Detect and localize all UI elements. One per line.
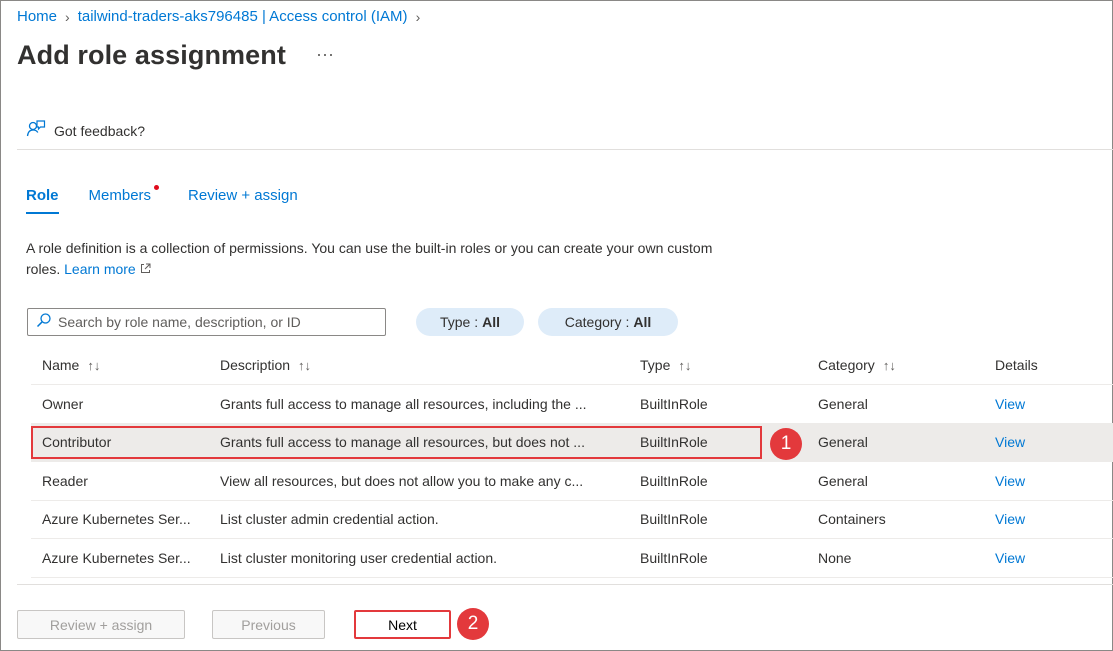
- role-description: List cluster monitoring user credential …: [220, 549, 498, 566]
- page-title: Add role assignment: [17, 40, 286, 70]
- category-filter-label: Category :: [564, 314, 630, 330]
- role-description-text: A role definition is a collection of per…: [26, 238, 736, 280]
- view-details-link-cell: View: [995, 539, 1095, 577]
- view-details-link-cell: View: [995, 385, 1095, 423]
- column-header-category[interactable]: Category ↑↓: [818, 346, 978, 384]
- learn-more-link[interactable]: Learn more: [64, 261, 151, 277]
- tab-members-label: Members: [88, 187, 152, 204]
- column-header-name[interactable]: Name ↑↓: [42, 346, 212, 384]
- required-indicator-dot: [154, 185, 160, 190]
- feedback-icon: [26, 119, 46, 142]
- type-filter-label: Type :: [439, 314, 479, 330]
- category-filter-value: All: [633, 314, 652, 330]
- role-name: Azure Kubernetes Ser...: [42, 549, 191, 566]
- breadcrumb: Home › tailwind-traders-aks796485 | Acce…: [17, 8, 420, 25]
- tab-review-assign[interactable]: Review + assign: [188, 187, 298, 210]
- type-filter-value: All: [482, 314, 501, 330]
- learn-more-label: Learn more: [64, 261, 136, 277]
- column-header-details: Details: [995, 357, 1038, 373]
- view-details-link[interactable]: View: [995, 434, 1025, 450]
- external-link-icon: [140, 261, 151, 277]
- sort-icon: ↑↓: [882, 357, 896, 373]
- breadcrumb-resource-link[interactable]: tailwind-traders-aks796485 | Access cont…: [78, 8, 408, 25]
- role-category: General: [818, 472, 868, 489]
- sort-icon: ↑↓: [678, 357, 692, 373]
- view-details-link-cell: View: [995, 424, 1095, 462]
- review-assign-button[interactable]: Review + assign: [17, 610, 185, 639]
- step-marker-2: 2: [457, 608, 489, 640]
- role-name: Contributor: [42, 434, 112, 451]
- column-header-category-label: Category: [818, 357, 875, 373]
- role-name: Owner: [42, 395, 84, 412]
- view-details-link[interactable]: View: [995, 511, 1025, 527]
- previous-button[interactable]: Previous: [212, 610, 325, 639]
- role-description: List cluster admin credential action.: [220, 511, 439, 528]
- breadcrumb-home-link[interactable]: Home: [17, 8, 57, 25]
- role-category: General: [818, 434, 868, 451]
- table-row[interactable]: Owner Grants full access to manage all r…: [31, 385, 1113, 424]
- view-details-link[interactable]: View: [995, 473, 1025, 489]
- role-type: BuiltInRole: [640, 472, 708, 489]
- search-icon: [36, 312, 52, 333]
- feedback-label: Got feedback?: [54, 122, 146, 139]
- table-row[interactable]: Azure Kubernetes Ser... List cluster adm…: [31, 501, 1113, 539]
- divider: [17, 149, 1113, 150]
- column-header-description[interactable]: Description ↑↓: [220, 346, 634, 384]
- column-header-type[interactable]: Type ↑↓: [640, 346, 800, 384]
- role-type: BuiltInRole: [640, 395, 708, 412]
- next-button[interactable]: Next: [354, 610, 451, 639]
- role-category: General: [818, 395, 868, 412]
- more-options-button[interactable]: ···: [316, 44, 334, 65]
- role-category: None: [818, 549, 852, 566]
- role-search-box[interactable]: [27, 308, 386, 336]
- chevron-right-icon: ›: [415, 8, 421, 25]
- column-header-description-label: Description: [220, 357, 291, 373]
- table-row[interactable]: Reader View all resources, but does not …: [31, 462, 1113, 501]
- table-row[interactable]: Azure Kubernetes Ser... List cluster mon…: [31, 539, 1113, 578]
- role-type: BuiltInRole: [640, 549, 708, 566]
- table-header-row: Name ↑↓ Description ↑↓ Type ↑↓ Category ↑↓ D…: [31, 346, 1113, 385]
- role-name: Reader: [42, 472, 88, 489]
- view-details-link[interactable]: View: [995, 550, 1025, 566]
- chevron-right-icon: ›: [65, 8, 70, 25]
- sort-icon: ↑↓: [298, 357, 312, 373]
- step-marker-1: 1: [770, 428, 802, 460]
- tab-role[interactable]: Role: [26, 187, 59, 214]
- role-description: Grants full access to manage all resourc…: [220, 434, 585, 451]
- role-type: BuiltInRole: [640, 511, 708, 528]
- category-filter-pill[interactable]: Category : All: [538, 308, 678, 336]
- feedback-link[interactable]: Got feedback?: [26, 119, 145, 142]
- role-description: Grants full access to manage all resourc…: [220, 395, 587, 412]
- role-name: Azure Kubernetes Ser...: [42, 511, 191, 528]
- tab-bar: Role Members Review + assign: [26, 185, 328, 214]
- tab-members[interactable]: Members: [88, 185, 160, 210]
- column-header-name-label: Name: [42, 357, 80, 373]
- view-details-link[interactable]: View: [995, 396, 1025, 412]
- view-details-link-cell: View: [995, 501, 1095, 539]
- sort-icon: ↑↓: [87, 357, 101, 373]
- search-input[interactable]: [58, 314, 378, 330]
- roles-table: Name ↑↓ Description ↑↓ Type ↑↓ Category ↑↓ D…: [31, 346, 1113, 578]
- type-filter-pill[interactable]: Type : All: [416, 308, 524, 336]
- role-category: Containers: [818, 511, 886, 528]
- table-row-selected[interactable]: Contributor Grants full access to manage…: [31, 423, 1113, 462]
- divider: [17, 584, 1113, 585]
- view-details-link-cell: View: [995, 462, 1095, 500]
- column-header-type-label: Type: [640, 357, 671, 373]
- role-description: View all resources, but does not allow y…: [220, 472, 584, 489]
